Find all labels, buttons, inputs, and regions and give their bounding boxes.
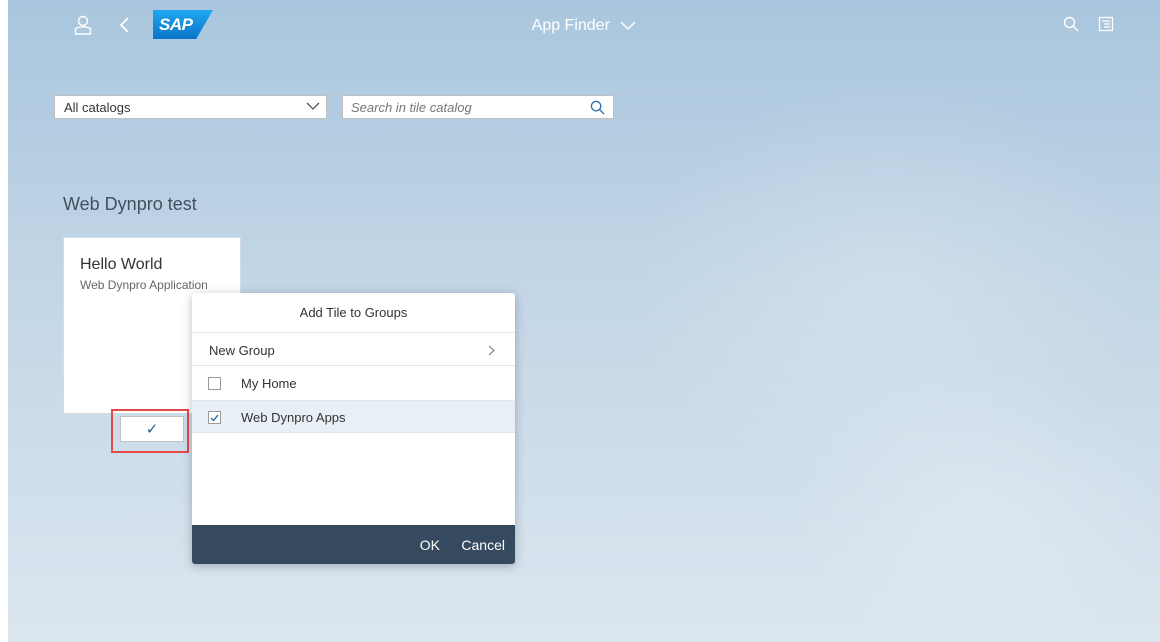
tile-catalog-search[interactable] — [342, 95, 614, 119]
catalog-title: Web Dynpro test — [63, 194, 197, 214]
catalog-select-value: All catalogs — [64, 100, 131, 115]
search-input[interactable] — [351, 99, 581, 115]
tile-subtitle: Web Dynpro Application — [80, 278, 208, 292]
popover-title: Add Tile to Groups — [192, 293, 515, 333]
search-icon[interactable] — [590, 100, 605, 115]
checkbox-checked[interactable] — [208, 411, 221, 424]
group-label: My Home — [241, 376, 297, 391]
notifications-icon[interactable] — [1096, 14, 1116, 34]
search-icon[interactable] — [1061, 14, 1081, 34]
cancel-button[interactable]: Cancel — [461, 537, 505, 553]
checkmark-icon — [210, 414, 219, 422]
app-title-menu[interactable]: App Finder — [8, 17, 1160, 35]
shell-bar: SAP App Finder — [8, 0, 1160, 48]
app-finder-window: SAP App Finder All catalogs Web Dynpro t… — [8, 0, 1160, 642]
ok-button[interactable]: OK — [420, 537, 440, 553]
new-group-label: New Group — [209, 343, 275, 358]
highlight-box — [111, 409, 189, 453]
catalog-select[interactable]: All catalogs — [54, 95, 327, 119]
chevron-down-icon — [306, 102, 320, 110]
chevron-right-icon — [488, 345, 495, 356]
group-item-my-home[interactable]: My Home — [192, 367, 515, 400]
group-item-web-dynpro-apps[interactable]: Web Dynpro Apps — [192, 400, 515, 433]
popover-footer: OK Cancel — [192, 525, 515, 564]
tile-title: Hello World — [80, 256, 163, 273]
chevron-down-icon — [620, 21, 636, 31]
background-decoration — [788, 360, 1160, 642]
checkbox[interactable] — [208, 377, 221, 390]
app-title: App Finder — [531, 17, 610, 34]
background-decoration — [628, 80, 1148, 500]
group-label: Web Dynpro Apps — [241, 410, 346, 425]
new-group-item[interactable]: New Group — [192, 333, 515, 366]
add-tile-to-groups-popover: Add Tile to Groups New Group My Home Web… — [192, 293, 515, 564]
